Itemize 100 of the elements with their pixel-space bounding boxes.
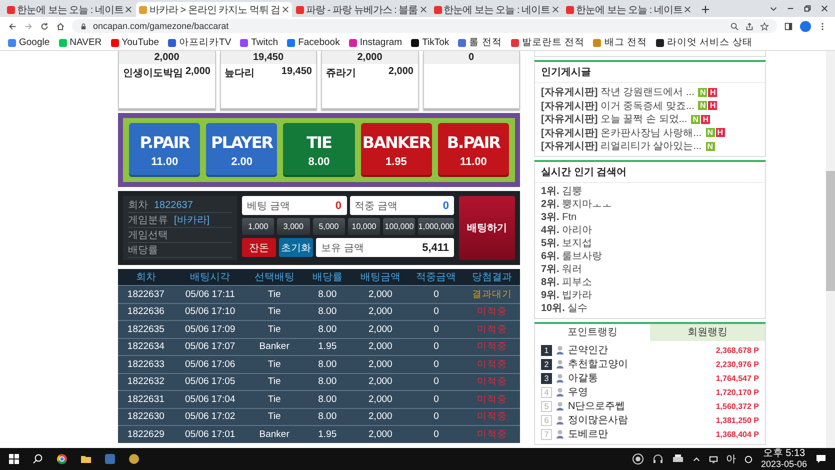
member-points: 1,720,170 P — [716, 388, 759, 396]
table-cell-text: 8.00 — [317, 324, 338, 335]
member-name[interactable]: 아갈통 — [568, 371, 713, 385]
chip-button[interactable]: 5,000 — [312, 218, 345, 235]
reset-button[interactable]: 초기화 — [279, 238, 313, 257]
change-button[interactable]: 잔돈 — [242, 238, 276, 257]
member-name[interactable]: 정이많은사람 — [568, 413, 713, 427]
chip-button[interactable]: 100,000 — [383, 218, 416, 235]
keyword-link[interactable]: 5위. 보지섭 — [541, 238, 759, 250]
member-name[interactable]: 곤약인간 — [568, 343, 713, 357]
keyword-link[interactable]: 4위. 아리아 — [541, 224, 759, 236]
browser-tab[interactable]: 한눈에 보는 오늘 : 네이트 — [430, 2, 562, 17]
win-amount-field[interactable]: 적중 금액 0 — [350, 196, 454, 215]
table-cell-text: 0 — [432, 428, 440, 440]
bookmark-link[interactable]: 롤 전적 — [458, 36, 502, 49]
ranking-tab[interactable]: 회원랭킹 — [650, 324, 765, 340]
bookmark-link[interactable]: 배그 전적 — [593, 36, 648, 49]
input-method-indicator[interactable]: 아 — [726, 452, 736, 466]
bet-amount-field[interactable]: 베팅 금액 0 — [242, 196, 346, 215]
bookmark-link[interactable]: Twitch — [240, 37, 278, 48]
close-icon[interactable] — [820, 4, 829, 13]
table-cell-text: Tie — [266, 358, 282, 370]
bookmark-link[interactable]: Google — [8, 37, 50, 48]
browser-tab[interactable]: 파랑 - 파랑 뉴베가스 : 블룸 — [293, 2, 430, 17]
member-name[interactable]: 도베르만 — [568, 427, 713, 441]
table-cell-text: 1822633 — [126, 358, 166, 370]
chip-button[interactable]: 1,000,000 — [418, 218, 454, 235]
printer-icon[interactable] — [672, 453, 684, 465]
bookmark-link[interactable]: NAVER — [58, 37, 102, 48]
scrollbar[interactable] — [826, 51, 835, 448]
keyword-link[interactable]: 8위. 피부소 — [541, 276, 759, 288]
bet-option-button[interactable]: PLAYER 2.00 — [206, 123, 278, 177]
close-icon[interactable] — [552, 6, 560, 13]
table-cell-text: 1.95 — [317, 341, 338, 352]
close-icon[interactable] — [684, 6, 692, 13]
share-icon[interactable] — [745, 22, 754, 30]
bet-option-button[interactable]: B.PAIR 11.00 — [438, 123, 510, 177]
post-link[interactable]: [자유게시판] 오늘 꿀쩍 손 되었... — [541, 112, 688, 126]
reload-icon[interactable] — [40, 22, 49, 30]
keyword-link[interactable]: 7위. 워러 — [541, 264, 759, 276]
browser-tab[interactable]: 바카라 > 온라인 카지노 먹튀 검 — [136, 2, 292, 17]
chip-button[interactable]: 1,000 — [242, 218, 274, 235]
lock-icon — [80, 22, 87, 30]
member-name[interactable]: 추천할고양이 — [568, 357, 713, 371]
post-link[interactable]: [자유게시판] 작년 강원랜드에서 ... — [541, 85, 694, 100]
star-icon[interactable] — [760, 22, 769, 30]
bookmark-link[interactable]: 아프리카TV — [168, 36, 232, 49]
table-cell-text: Tie — [266, 394, 282, 405]
user-level-icon — [555, 387, 565, 397]
keyword-link[interactable]: 6위. 룰브사랑 — [541, 250, 759, 262]
bookmark-link[interactable]: YouTube — [110, 37, 160, 48]
monitor-icon[interactable] — [708, 454, 718, 464]
close-icon[interactable] — [282, 6, 290, 13]
browser-icon[interactable] — [56, 453, 68, 465]
close-icon[interactable] — [420, 6, 427, 13]
bookmark-link[interactable]: Instagram — [348, 37, 402, 48]
close-icon[interactable] — [125, 6, 132, 13]
browser-tab[interactable]: 한눈에 보는 오늘 : 네이트 — [4, 2, 136, 17]
search-icon[interactable] — [32, 453, 44, 465]
member-name[interactable]: 우영 — [568, 385, 713, 399]
bet-option-button[interactable]: TIE 8.00 — [283, 123, 355, 177]
notification-icon[interactable] — [815, 453, 827, 465]
column-header: 회차 — [134, 271, 157, 284]
post-link[interactable]: [자유게시판] 이거 중독증세 맞죠... — [541, 98, 694, 113]
plus-icon[interactable] — [701, 5, 710, 14]
bookmark-link[interactable]: Facebook — [287, 37, 340, 48]
app-icon[interactable] — [104, 453, 116, 465]
keyword-link[interactable]: 1위. 김뿡 — [541, 186, 759, 198]
chip-button[interactable]: 10,000 — [348, 218, 380, 235]
bookmark-link[interactable]: 발로란트 전적 — [510, 36, 584, 49]
headset-icon[interactable] — [652, 453, 664, 465]
back-arrow-icon[interactable] — [8, 22, 17, 30]
table-cell-text: 2,000 — [368, 394, 394, 405]
bet-option-button[interactable]: P.PAIR 11.00 — [129, 123, 200, 177]
place-bet-button[interactable]: 배팅하기 — [459, 196, 515, 260]
keyword-link[interactable]: 9위. 빕카라 — [541, 290, 759, 302]
folder-icon[interactable] — [80, 453, 92, 465]
keyword-link[interactable]: 10위. 실수 — [541, 302, 759, 314]
member-points: 1,764,547 P — [716, 374, 759, 382]
home-icon[interactable] — [56, 22, 65, 30]
windows-start-icon[interactable] — [8, 453, 20, 465]
post-link[interactable]: [자유게시판] 온카판사장님 사랑해... — [541, 126, 702, 140]
table-cell-text: 8.00 — [317, 306, 338, 318]
profile-avatar-icon[interactable] — [800, 20, 811, 32]
bookmark-link[interactable]: TikTok — [411, 37, 450, 48]
table-cell-text: 0 — [432, 394, 440, 405]
keyword-link[interactable]: 3위. Ftn — [541, 212, 759, 224]
browser-tab[interactable]: 한눈에 보는 오늘 : 네이트 — [563, 2, 694, 17]
app-icon[interactable] — [128, 453, 140, 465]
restore-icon[interactable] — [803, 4, 812, 13]
member-name[interactable]: N단으로주쎕 — [568, 399, 713, 413]
bookmark-link[interactable]: 라이엇 서비스 상태 — [656, 36, 752, 49]
bet-option-button[interactable]: BANKER 1.95 — [360, 123, 432, 177]
address-bar[interactable]: oncapan.com/gamezone/baccarat — [72, 19, 777, 33]
search-icon[interactable] — [730, 22, 739, 30]
post-link[interactable]: [자유게시판] 리얼리티가 살아있는... — [541, 139, 702, 154]
side-panel-icon[interactable] — [784, 22, 793, 30]
chip-button[interactable]: 3,000 — [277, 218, 310, 235]
user-level-icon — [555, 373, 565, 383]
keyword-link[interactable]: 2위. 뿡지마ㅗㅗ — [541, 198, 759, 210]
